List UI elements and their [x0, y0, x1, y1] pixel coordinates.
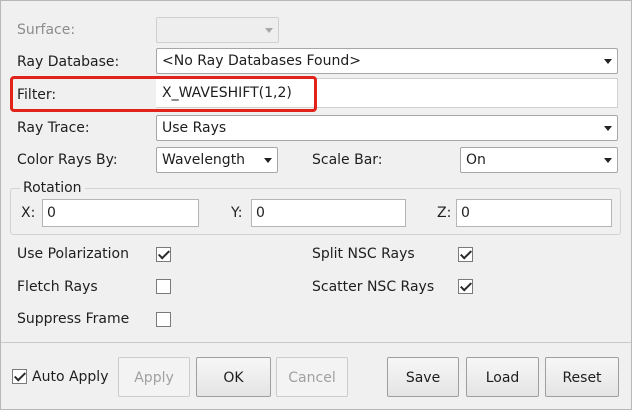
ray-trace-value: Use Rays: [162, 120, 227, 136]
fletch-rays-label: Fletch Rays: [17, 279, 98, 295]
save-button[interactable]: Save: [387, 357, 459, 397]
settings-panel: Surface: Ray Database: <No Ray Databases…: [0, 0, 632, 410]
split-nsc-rays-label: Split NSC Rays: [312, 246, 415, 262]
surface-dropdown[interactable]: [156, 17, 279, 43]
filter-highlight-annotation: [10, 76, 317, 112]
suppress-frame-label: Suppress Frame: [17, 311, 130, 327]
chevron-down-icon: [265, 28, 273, 33]
chevron-down-icon: [604, 126, 612, 131]
ray-trace-label: Ray Trace:: [17, 120, 90, 136]
rotation-title: Rotation: [20, 178, 85, 198]
auto-apply-checkbox[interactable]: [12, 369, 27, 384]
scale-bar-value: On: [466, 152, 486, 168]
suppress-frame-checkbox[interactable]: [156, 312, 171, 327]
color-rays-by-label: Color Rays By:: [17, 152, 118, 168]
rotation-x-input[interactable]: [42, 199, 199, 227]
rotation-z-input[interactable]: [456, 199, 612, 227]
apply-button[interactable]: Apply: [118, 357, 190, 397]
scale-bar-dropdown[interactable]: On: [460, 147, 618, 173]
rotation-y-input[interactable]: [251, 199, 406, 227]
ok-button[interactable]: OK: [196, 357, 271, 397]
checkmark-icon: [459, 247, 473, 260]
checkmark-icon: [157, 247, 171, 260]
surface-label: Surface:: [17, 22, 76, 38]
ray-database-dropdown[interactable]: <No Ray Databases Found>: [156, 48, 618, 74]
load-button[interactable]: Load: [466, 357, 539, 397]
auto-apply-label: Auto Apply: [32, 369, 109, 385]
color-rays-by-value: Wavelength: [162, 152, 246, 168]
fletch-rays-checkbox[interactable]: [156, 279, 171, 294]
use-polarization-checkbox[interactable]: [156, 247, 171, 262]
checkmark-icon: [459, 279, 473, 292]
cancel-button[interactable]: Cancel: [276, 357, 348, 397]
scatter-nsc-rays-label: Scatter NSC Rays: [312, 279, 435, 295]
checkmark-icon: [13, 369, 27, 382]
rotation-z-label: Z:: [437, 205, 452, 221]
color-rays-by-dropdown[interactable]: Wavelength: [156, 147, 278, 173]
rotation-y-label: Y:: [231, 205, 243, 221]
ray-database-value: <No Ray Databases Found>: [162, 53, 361, 69]
chevron-down-icon: [604, 158, 612, 163]
use-polarization-label: Use Polarization: [17, 246, 129, 262]
ray-trace-dropdown[interactable]: Use Rays: [156, 115, 618, 141]
scatter-nsc-rays-checkbox[interactable]: [458, 279, 473, 294]
reset-button[interactable]: Reset: [545, 357, 619, 397]
footer-divider: [1, 342, 631, 343]
rotation-x-label: X:: [21, 205, 36, 221]
scale-bar-label: Scale Bar:: [312, 152, 383, 168]
chevron-down-icon: [264, 158, 272, 163]
chevron-down-icon: [604, 59, 612, 64]
split-nsc-rays-checkbox[interactable]: [458, 247, 473, 262]
ray-database-label: Ray Database:: [17, 54, 120, 70]
